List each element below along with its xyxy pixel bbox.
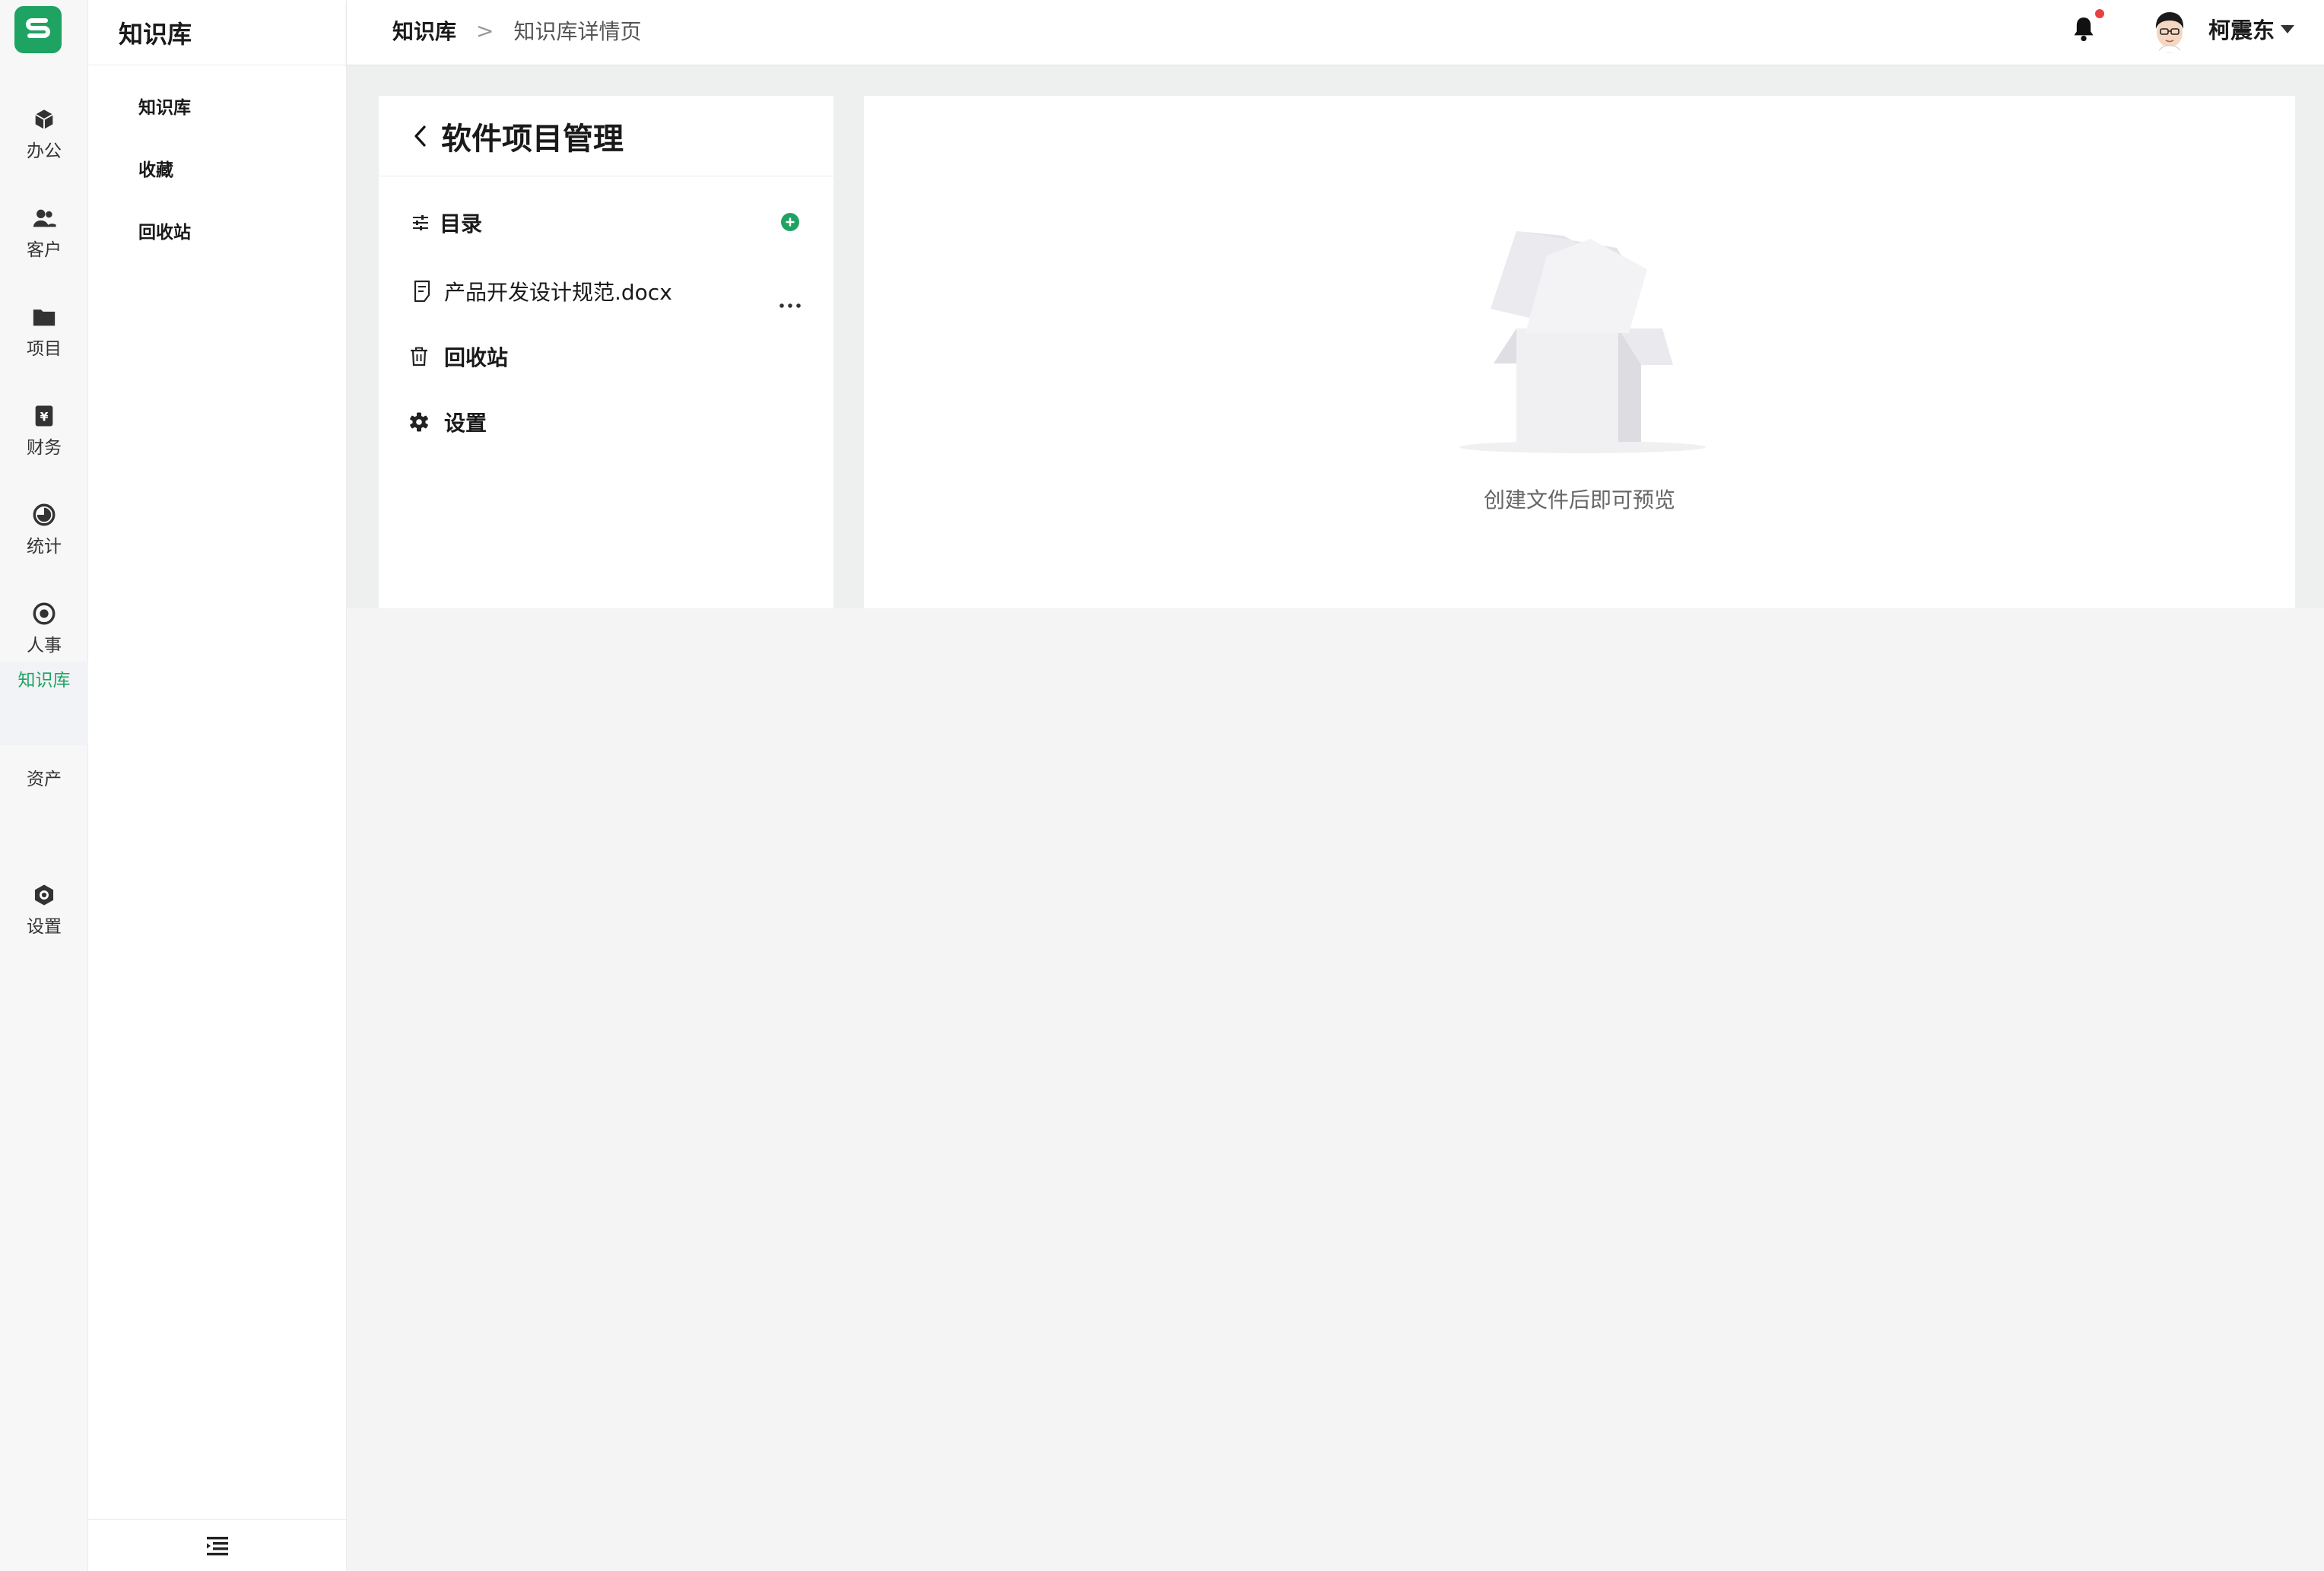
catalog-row[interactable]: 目录 — [379, 190, 833, 255]
more-horizontal-icon — [779, 303, 801, 308]
rail-item-label: 统计 — [27, 536, 62, 557]
rail-item-assets[interactable]: 资产 — [0, 760, 88, 844]
target-icon — [33, 602, 56, 624]
notification-bell-icon[interactable] — [2068, 14, 2099, 44]
hexagon-gear-icon — [34, 884, 54, 905]
subnav-item-favorites[interactable]: 收藏 — [88, 137, 346, 199]
sliders-icon — [409, 211, 432, 234]
document-preview-panel: 创建文件后即可预览 — [864, 96, 2295, 608]
panel-header: 软件项目管理 — [379, 96, 833, 176]
knowledge-base-title: 软件项目管理 — [441, 121, 624, 157]
trash-icon — [408, 345, 430, 368]
subnav-item-knowledge[interactable]: 知识库 — [88, 75, 346, 137]
settings-label: 设置 — [444, 411, 487, 436]
gear-icon — [408, 411, 430, 433]
rail-item-customers[interactable]: 客户 — [0, 182, 88, 281]
add-document-button[interactable] — [780, 212, 800, 237]
empty-preview-message: 创建文件后即可预览 — [1483, 487, 1675, 513]
breadcrumb-root[interactable]: 知识库 — [392, 15, 456, 46]
collapse-sidebar-button[interactable] — [88, 1519, 346, 1571]
user-name: 柯震东 — [2208, 17, 2275, 43]
settings-row[interactable]: 设置 — [379, 389, 833, 455]
rail-item-finance[interactable]: ¥ 财务 — [0, 380, 88, 479]
recycle-bin-label: 回收站 — [444, 345, 509, 370]
document-icon — [411, 280, 433, 303]
top-header: 知识库 > 知识库详情页 柯震东 — [347, 0, 2324, 65]
rail-item-label: 客户 — [27, 240, 62, 260]
plus-circle-icon — [781, 213, 799, 231]
collapse-menu-icon — [206, 1536, 228, 1555]
notification-badge — [2095, 9, 2104, 18]
rail-item-label: 办公 — [27, 141, 62, 161]
document-name: 产品开发设计规范.docx — [444, 280, 672, 305]
rail-item-label: 项目 — [27, 338, 62, 359]
folder-icon — [33, 309, 56, 325]
breadcrumb-separator: > — [476, 17, 494, 43]
cube-icon — [35, 109, 53, 129]
breadcrumb-current: 知识库详情页 — [513, 19, 642, 44]
yen-icon: ¥ — [35, 405, 53, 426]
svg-text:¥: ¥ — [40, 410, 49, 424]
rail-item-projects[interactable]: 项目 — [0, 281, 88, 380]
rail-item-label: 知识库 — [17, 671, 71, 690]
logo-s-icon — [26, 18, 50, 38]
document-tree-panel: 软件项目管理 目录 产品开发设计规范.docx 回收站 设置 — [379, 96, 833, 608]
back-arrow-icon[interactable] — [411, 122, 430, 150]
app-logo[interactable] — [14, 6, 62, 53]
rail-item-label: 财务 — [27, 437, 62, 458]
rail-item-label: 人事 — [27, 635, 62, 655]
rail-item-knowledge[interactable]: 知识库 — [0, 662, 88, 745]
document-more-button[interactable] — [779, 289, 802, 314]
subnav-title: 知识库 — [88, 0, 346, 65]
empty-box-illustration — [1459, 231, 1706, 453]
subnav-item-recycle[interactable]: 回收站 — [88, 199, 346, 262]
rail-item-label: 设置 — [27, 916, 62, 937]
catalog-label: 目录 — [440, 211, 483, 236]
avatar[interactable] — [2148, 8, 2192, 53]
rail-item-office[interactable]: 办公 — [0, 84, 88, 182]
chevron-down-icon — [2281, 24, 2295, 33]
icon-rail: 办公 客户 项目 ¥ 财务 统计 人事 知识库 资产 设置 — [0, 0, 88, 1571]
user-avatar-icon — [2148, 8, 2192, 53]
rail-item-settings[interactable]: 设置 — [0, 859, 88, 958]
rail-item-label: 资产 — [27, 770, 62, 789]
secondary-nav: 知识库 知识库 收藏 回收站 — [88, 0, 347, 1571]
user-menu[interactable]: 柯震东 — [2208, 0, 2295, 58]
breadcrumb: 知识库 > 知识库详情页 — [392, 0, 642, 61]
users-icon — [33, 209, 56, 227]
document-item[interactable]: 产品开发设计规范.docx — [379, 259, 833, 324]
recycle-bin-row[interactable]: 回收站 — [379, 324, 833, 389]
rail-item-statistics[interactable]: 统计 — [0, 479, 88, 578]
pie-chart-icon — [33, 503, 56, 525]
